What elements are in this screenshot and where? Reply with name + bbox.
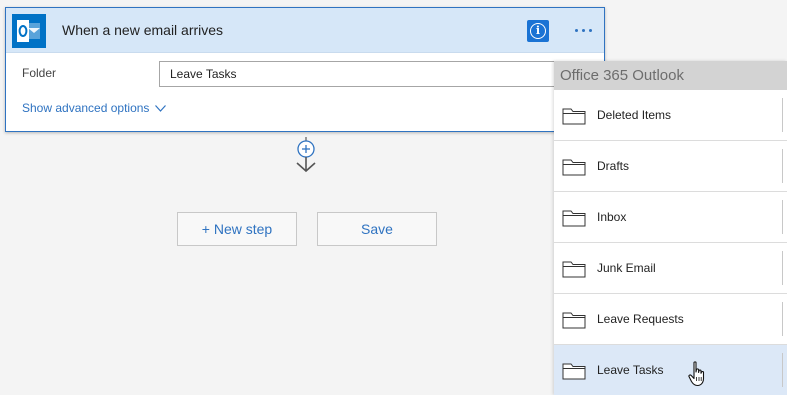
advanced-options-label: Show advanced options: [22, 101, 150, 115]
trigger-card-header[interactable]: When a new email arrives i: [6, 8, 604, 53]
folder-icon: [562, 159, 586, 176]
folder-option-label: Deleted Items: [597, 108, 672, 122]
chevron-down-icon: [155, 104, 167, 112]
folder-option-junk-email[interactable]: Junk Email: [554, 243, 787, 294]
hand-cursor-icon: [688, 361, 705, 387]
plus-circle-icon[interactable]: [297, 140, 315, 158]
info-icon[interactable]: i: [527, 20, 549, 42]
folder-icon: [562, 210, 586, 227]
dropdown-header: Office 365 Outlook: [554, 61, 787, 90]
folder-icon: [562, 108, 586, 125]
folder-option-label: Leave Tasks: [597, 363, 664, 377]
step-connector: [292, 137, 320, 180]
trigger-title: When a new email arrives: [62, 22, 224, 38]
divider: [782, 353, 783, 387]
trigger-card: When a new email arrives i Folder Leave …: [5, 7, 605, 132]
folder-option-drafts[interactable]: Drafts: [554, 141, 787, 192]
folder-icon: [562, 261, 586, 278]
divider: [782, 200, 783, 234]
folder-option-leave-tasks[interactable]: Leave Tasks: [554, 345, 787, 395]
save-button[interactable]: Save: [317, 212, 437, 246]
folder-option-label: Inbox: [597, 210, 627, 224]
folder-input[interactable]: Leave Tasks: [159, 61, 599, 87]
new-step-button[interactable]: + New step: [177, 212, 297, 246]
folder-option-leave-requests[interactable]: Leave Requests: [554, 294, 787, 345]
folder-dropdown: Office 365 Outlook Deleted Items Drafts …: [554, 61, 787, 395]
divider: [782, 302, 783, 336]
folder-option-inbox[interactable]: Inbox: [554, 192, 787, 243]
folder-option-label: Drafts: [597, 159, 630, 173]
folder-icon: [562, 363, 586, 380]
folder-option-label: Junk Email: [597, 261, 656, 275]
show-advanced-options-link[interactable]: Show advanced options: [22, 101, 167, 115]
outlook-icon: [12, 14, 46, 48]
arrow-down-icon: [296, 157, 316, 173]
divider: [782, 251, 783, 285]
folder-option-deleted-items[interactable]: Deleted Items: [554, 90, 787, 141]
more-ellipsis-icon[interactable]: [572, 20, 594, 40]
folder-icon: [562, 312, 586, 329]
divider: [782, 98, 783, 132]
folder-label: Folder: [22, 66, 57, 80]
divider: [782, 149, 783, 183]
folder-option-label: Leave Requests: [597, 312, 684, 326]
